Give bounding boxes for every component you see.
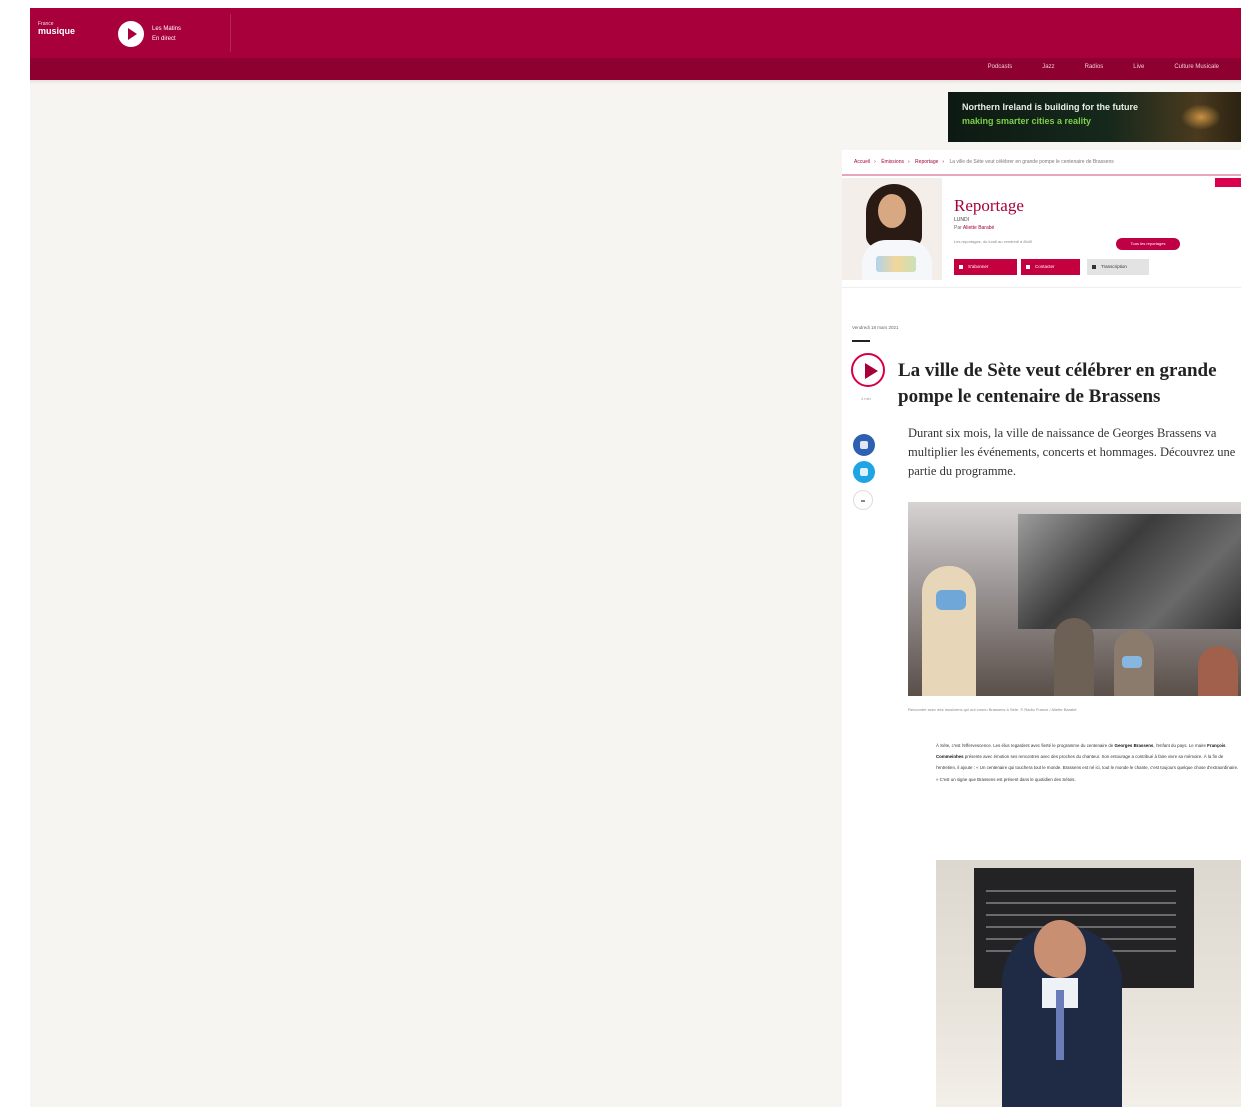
date-underline <box>852 340 870 342</box>
article-date: Vendredi 18 mars 2021 <box>852 325 899 330</box>
nav-item-radios[interactable]: Radios <box>1085 64 1104 70</box>
breadcrumb: Accueil › Émissions › Reportage › La ville … <box>854 159 1114 165</box>
photo-caption: Rencontre avec des musiciens qui ont con… <box>908 707 1077 712</box>
show-schedule: Les reportages, du lundi au vendredi à 8… <box>954 239 1033 244</box>
divider <box>230 14 231 52</box>
live-show-title: Les Matins <box>152 26 182 32</box>
transcription-button[interactable]: Transcription <box>1087 259 1149 275</box>
author-link[interactable]: Aliette Barabé <box>963 225 994 231</box>
subscribe-button[interactable]: S'abonner <box>954 259 1017 275</box>
nav-bar: Podcasts Jazz Radios Live Culture Musica… <box>30 58 1241 80</box>
site-logo[interactable]: France musique <box>38 22 75 36</box>
logo-line-1: France <box>38 21 54 27</box>
corner-tag <box>1215 178 1241 187</box>
article-photo-1 <box>908 502 1241 696</box>
play-icon[interactable] <box>118 21 144 47</box>
more-share-icon[interactable] <box>853 490 873 510</box>
live-status: En direct <box>152 36 176 42</box>
article-body: À Sète, c'est l'effervescence. Les élus … <box>936 743 1239 782</box>
divider <box>842 287 1241 288</box>
nav-shadow <box>30 80 1241 84</box>
show-subtitle: LUNDI <box>954 217 970 223</box>
nav-item-culture[interactable]: Culture Musicale <box>1174 64 1219 70</box>
breadcrumb-reportage[interactable]: Reportage <box>915 159 938 165</box>
contact-button[interactable]: Contacter <box>1021 259 1080 275</box>
article-photo-2 <box>936 860 1241 1107</box>
ad-image <box>1181 104 1221 130</box>
section-rule <box>842 174 1241 176</box>
nav-item-jazz[interactable]: Jazz <box>1042 64 1054 70</box>
logo-line-2: musique <box>38 26 76 36</box>
page-frame: France musique Les Matins En direct Podc… <box>30 8 1241 1107</box>
twitter-share-icon[interactable] <box>853 461 875 483</box>
top-bar: France musique Les Matins En direct <box>30 8 1241 58</box>
all-reports-button[interactable]: Tous les reportages <box>1116 238 1180 250</box>
show-title[interactable]: Reportage <box>954 196 1024 216</box>
live-player[interactable]: Les Matins En direct <box>118 20 228 48</box>
facebook-share-icon[interactable] <box>853 434 875 456</box>
live-info: Les Matins En direct <box>152 24 181 44</box>
host-photo <box>842 178 942 280</box>
audio-duration: 4 min <box>861 396 871 401</box>
show-author: Par Aliette Barabé <box>954 225 995 231</box>
ad-headline: Northern Ireland is building for the fut… <box>962 102 1139 112</box>
play-article-icon[interactable] <box>851 353 885 387</box>
nav-item-live[interactable]: Live <box>1133 64 1144 70</box>
person-link-brassens[interactable]: Georges Brassens <box>1115 743 1154 748</box>
article-column: Accueil › Émissions › Reportage › La ville … <box>842 150 1241 1107</box>
article-headline: La ville de Sète veut célébrer en grande… <box>898 360 1217 407</box>
ad-banner[interactable]: Northern Ireland is building for the fut… <box>948 92 1241 142</box>
ad-tagline: making smarter cities a reality <box>962 116 1092 126</box>
breadcrumb-home[interactable]: Accueil <box>854 159 870 165</box>
main-nav: Podcasts Jazz Radios Live Culture Musica… <box>988 64 1219 70</box>
breadcrumb-emissions[interactable]: Émissions <box>881 159 904 165</box>
breadcrumb-current: La ville de Sète veut célébrer en grande… <box>949 159 1114 165</box>
article-lead: Durant six mois, la ville de naissance d… <box>908 426 1236 478</box>
nav-item-podcasts[interactable]: Podcasts <box>988 64 1013 70</box>
